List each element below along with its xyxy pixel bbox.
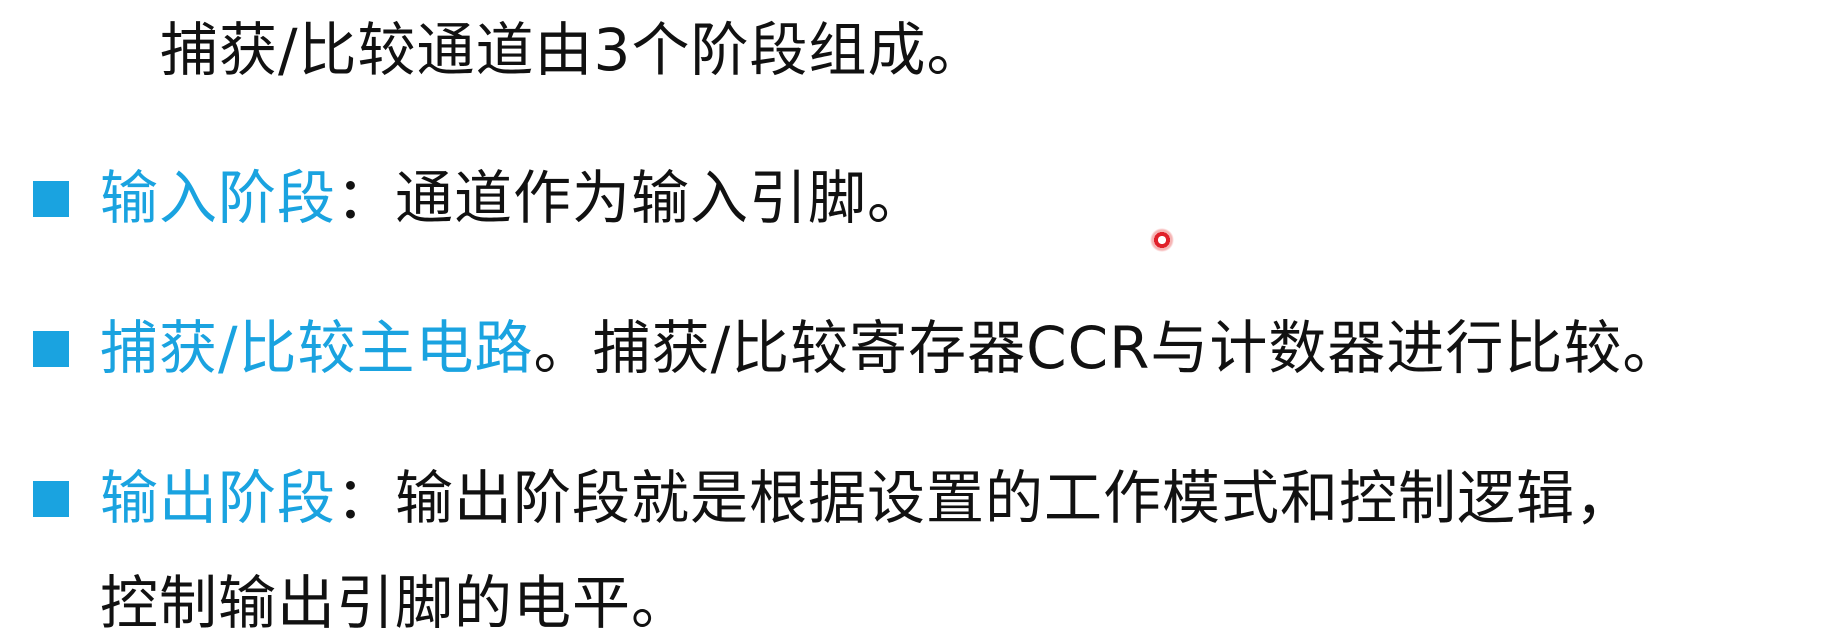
- square-bullet-icon: [33, 481, 69, 517]
- separator: ：: [336, 164, 396, 232]
- square-bullet-icon: [33, 181, 69, 217]
- description-output-stage: 输出阶段就是根据设置的工作模式和控制逻辑，: [395, 464, 1635, 532]
- separator: 。: [533, 314, 593, 382]
- separator: ：: [336, 464, 396, 532]
- description-capture-compare: 捕获/比较寄存器CCR与计数器进行比较。: [592, 314, 1682, 382]
- list-item-content: 输出阶段：输出阶段就是根据设置的工作模式和控制逻辑，: [100, 463, 1634, 533]
- term-input-stage: 输入阶段: [100, 164, 337, 232]
- description-input-stage: 通道作为输入引脚。: [395, 164, 927, 232]
- output-stage-continuation: 控制输出引脚的电平。: [100, 569, 691, 637]
- list-item-content: 输入阶段：通道作为输入引脚。: [100, 163, 926, 233]
- term-output-stage: 输出阶段: [100, 464, 337, 532]
- term-capture-compare: 捕获/比较主电路: [100, 314, 534, 382]
- list-item-content: 捕获/比较主电路。捕获/比较寄存器CCR与计数器进行比较。: [100, 313, 1681, 383]
- square-bullet-icon: [33, 331, 69, 367]
- intro-text: 捕获/比较通道由3个阶段组成。: [160, 16, 986, 84]
- laser-pointer-icon: [1150, 228, 1174, 252]
